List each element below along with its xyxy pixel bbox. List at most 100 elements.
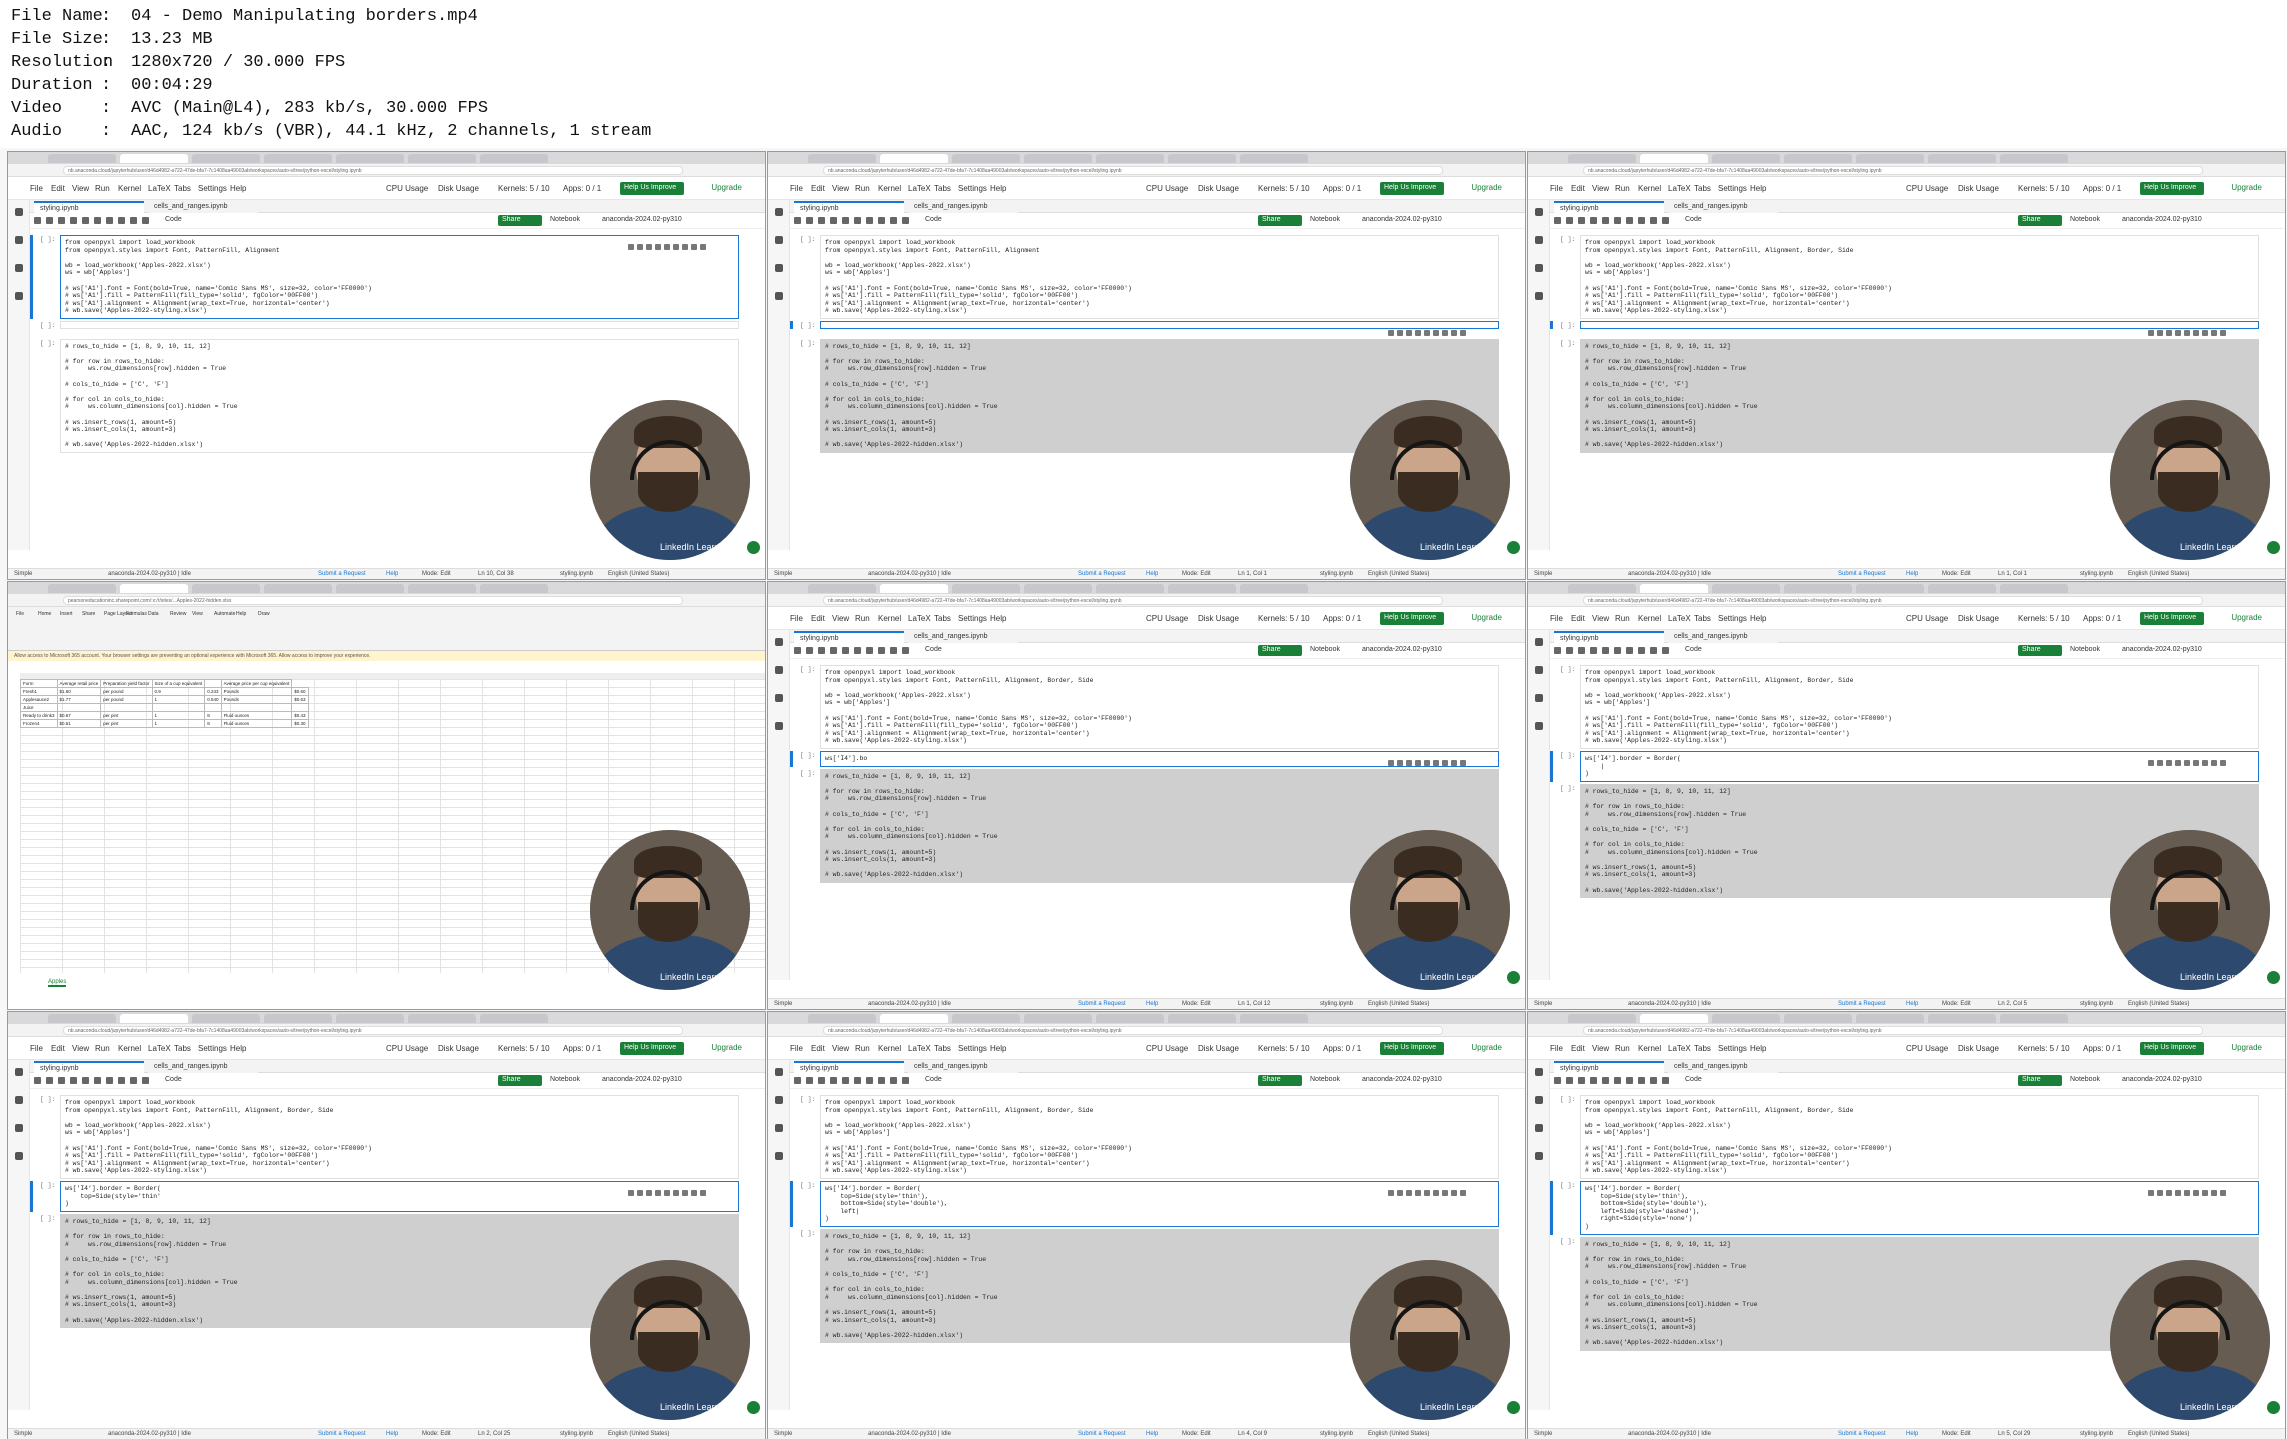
toolbar-icon[interactable] [130, 1077, 137, 1084]
toolbar-icon[interactable] [902, 647, 909, 654]
menu-tabs[interactable]: Tabs [1694, 614, 1711, 623]
menu-kernel[interactable]: Kernel [118, 184, 141, 193]
browser-tab[interactable] [1640, 154, 1708, 163]
table-cell[interactable]: per pint [100, 711, 153, 720]
code-editor[interactable]: from openpyxl import load_workbook from … [60, 1095, 739, 1179]
code-cell[interactable]: [ ]: ws['I4'].border = Border( top=Side(s… [790, 1181, 1499, 1227]
sidebar-icon[interactable] [15, 1096, 23, 1104]
sidebar-icon[interactable] [775, 1068, 783, 1076]
menu-settings[interactable]: Settings [1718, 184, 1747, 193]
submit-request-link[interactable]: Submit a Request [1078, 1431, 1126, 1437]
menu-latex[interactable]: LaTeX [1668, 184, 1691, 193]
share-button[interactable]: Share [2018, 1075, 2062, 1086]
browser-tab[interactable] [1640, 1014, 1708, 1023]
simple-toggle[interactable]: Simple [1534, 571, 1552, 577]
browser-tab[interactable] [480, 154, 548, 163]
browser-tab[interactable] [1024, 1014, 1092, 1023]
menu-kernel[interactable]: Kernel [878, 184, 901, 193]
browser-tab[interactable] [2000, 584, 2068, 593]
table-cell[interactable]: Juice [20, 703, 58, 712]
toolbar-icon[interactable] [118, 1077, 125, 1084]
table-cell[interactable]: per pint [100, 719, 153, 728]
toolbar-icon[interactable] [46, 1077, 53, 1084]
browser-tab[interactable] [336, 1014, 404, 1023]
toolbar-icon[interactable] [1662, 1077, 1669, 1084]
help-link[interactable]: Help [1906, 1431, 1918, 1437]
menu-view[interactable]: View [1592, 1044, 1609, 1053]
sidebar-icon[interactable] [1535, 236, 1543, 244]
toolbar-icon[interactable] [1602, 1077, 1609, 1084]
toolbar-icon[interactable] [1602, 647, 1609, 654]
help-fab[interactable] [2267, 1401, 2280, 1414]
help-link[interactable]: Help [1906, 1001, 1918, 1007]
sidebar-icon[interactable] [775, 1152, 783, 1160]
ribbon-tab[interactable]: Data [148, 611, 159, 617]
tab-cells-and-ranges[interactable]: cells_and_ranges.ipynb [148, 201, 258, 213]
cell-action-icon[interactable] [1424, 760, 1430, 766]
upgrade-link[interactable]: Upgrade [2231, 1043, 2262, 1052]
browser-tab[interactable] [880, 154, 948, 163]
menu-run[interactable]: Run [95, 1044, 110, 1053]
cell-action-icon[interactable] [664, 244, 670, 250]
cell-action-icon[interactable] [664, 1190, 670, 1196]
cell-type-select[interactable]: Code [1685, 646, 1702, 653]
table-cell[interactable]: Fresh1 [20, 687, 58, 696]
sidebar-icon[interactable] [15, 292, 23, 300]
notebook-label[interactable]: Notebook [550, 216, 580, 223]
toolbar-icon[interactable] [1650, 1077, 1657, 1084]
menu-tabs[interactable]: Tabs [934, 1044, 951, 1053]
submit-request-link[interactable]: Submit a Request [1078, 571, 1126, 577]
submit-request-link[interactable]: Submit a Request [1838, 1431, 1886, 1437]
upgrade-link[interactable]: Upgrade [1471, 183, 1502, 192]
cell-type-select[interactable]: Code [1685, 1076, 1702, 1083]
help-link[interactable]: Help [386, 571, 398, 577]
ribbon-tab[interactable]: Share [82, 611, 95, 617]
cell-action-icon[interactable] [1451, 330, 1457, 336]
url-field[interactable]: nb.anaconda.cloud/jupyterhub/user/d46d49… [823, 596, 1443, 605]
code-cell[interactable]: [ ]: from openpyxl import load_workbook f… [1560, 235, 2259, 319]
menu-latex[interactable]: LaTeX [1668, 1044, 1691, 1053]
table-cell[interactable]: Pounds [220, 687, 293, 696]
browser-tab[interactable] [480, 1014, 548, 1023]
menu-help[interactable]: Help [1750, 614, 1766, 623]
cell-action-icon[interactable] [2193, 760, 2199, 766]
menu-settings[interactable]: Settings [198, 184, 227, 193]
menu-help[interactable]: Help [990, 614, 1006, 623]
cell-action-icon[interactable] [1460, 330, 1466, 336]
menu-tabs[interactable]: Tabs [1694, 184, 1711, 193]
toolbar-icon[interactable] [1614, 647, 1621, 654]
tab-cells-and-ranges[interactable]: cells_and_ranges.ipynb [1668, 1061, 1778, 1073]
toolbar-icon[interactable] [890, 217, 897, 224]
sidebar-icon[interactable] [775, 1124, 783, 1132]
share-button[interactable]: Share [1258, 645, 1302, 656]
cell-action-icon[interactable] [682, 244, 688, 250]
cell-action-icon[interactable] [2211, 1190, 2217, 1196]
sidebar-icon[interactable] [775, 694, 783, 702]
url-field[interactable]: nb.anaconda.cloud/jupyterhub/user/d46d49… [63, 1026, 683, 1035]
toolbar-icon[interactable] [118, 217, 125, 224]
toolbar-icon[interactable] [1602, 217, 1609, 224]
help-fab[interactable] [2267, 541, 2280, 554]
browser-tab[interactable] [1168, 154, 1236, 163]
cell-action-icon[interactable] [2148, 1190, 2154, 1196]
menu-tabs[interactable]: Tabs [934, 184, 951, 193]
cell-action-icon[interactable] [1388, 760, 1394, 766]
toolbar-icon[interactable] [106, 1077, 113, 1084]
table-cell[interactable] [204, 679, 222, 688]
toolbar-icon[interactable] [1638, 1077, 1645, 1084]
cell-action-icon[interactable] [2220, 1190, 2226, 1196]
menu-file[interactable]: File [1550, 1044, 1563, 1053]
cell-action-icon[interactable] [2166, 330, 2172, 336]
menu-kernel[interactable]: Kernel [1638, 184, 1661, 193]
toolbar-icon[interactable] [902, 1077, 909, 1084]
menu-tabs[interactable]: Tabs [1694, 1044, 1711, 1053]
submit-request-link[interactable]: Submit a Request [1078, 1001, 1126, 1007]
toolbar-icon[interactable] [1554, 647, 1561, 654]
menu-run[interactable]: Run [95, 184, 110, 193]
table-cell[interactable]: $0.60 [291, 687, 309, 696]
notebook-label[interactable]: Notebook [2070, 646, 2100, 653]
cell-action-icon[interactable] [1433, 330, 1439, 336]
toolbar-icon[interactable] [890, 647, 897, 654]
ribbon-tab[interactable]: Formulas [126, 611, 147, 617]
cell-action-icon[interactable] [1433, 760, 1439, 766]
